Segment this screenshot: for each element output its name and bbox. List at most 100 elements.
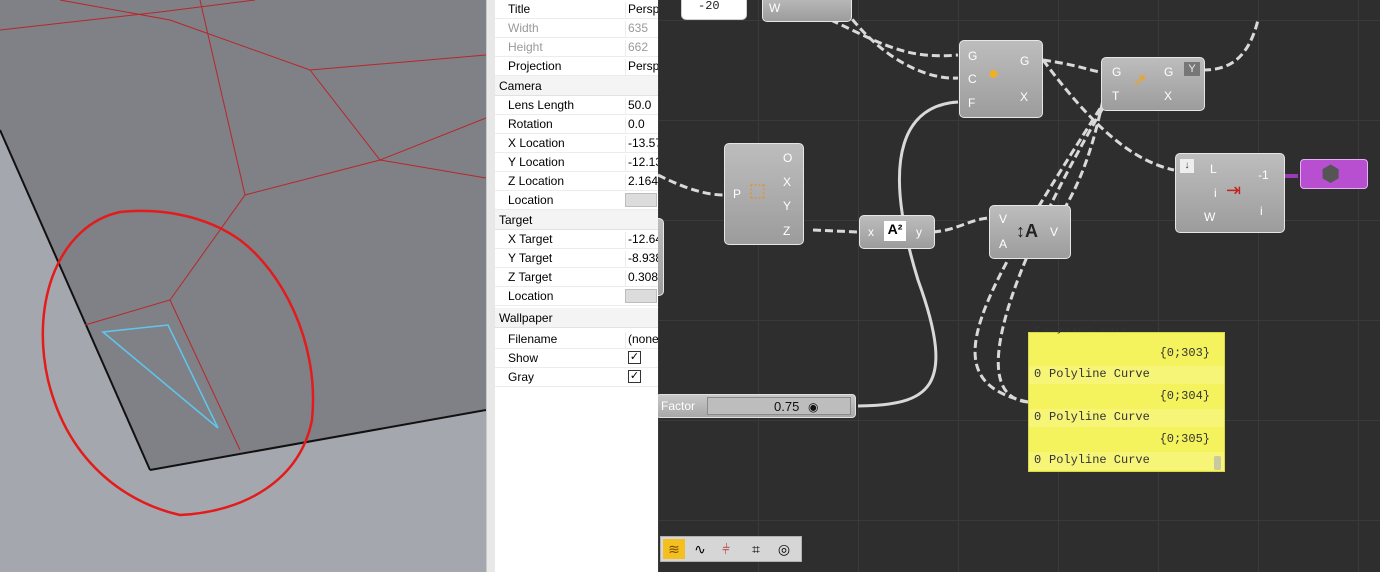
panel-index: 0 bbox=[1034, 367, 1042, 381]
geometry-param[interactable]: ⬢ bbox=[1300, 159, 1368, 189]
prop-value[interactable]: 0.0 bbox=[625, 117, 658, 134]
amplitude-component[interactable]: V A ↕A V bbox=[989, 205, 1071, 259]
panel-index: 0 bbox=[1034, 410, 1042, 424]
input-g: G bbox=[968, 49, 978, 63]
rhino-viewport[interactable] bbox=[0, 0, 486, 572]
panel-header: Polyline Curv bbox=[1035, 327, 1129, 335]
input-w: W bbox=[769, 1, 781, 15]
grid-icon[interactable]: ⌗ bbox=[745, 539, 767, 559]
list-item-component[interactable]: ↓ L i W ⇥ -1 i bbox=[1175, 153, 1285, 233]
power-component[interactable]: x A² y bbox=[859, 215, 935, 249]
prop-value[interactable]: (none) bbox=[625, 332, 658, 349]
prop-row-rotation[interactable]: Rotation 0.0 bbox=[495, 115, 658, 134]
prop-row-title[interactable]: Title Perspe bbox=[495, 0, 658, 19]
output-y: Y bbox=[783, 199, 792, 213]
factor-slider[interactable]: Factor 0.75 ◉ bbox=[658, 394, 856, 418]
prop-row-width: Width 635 bbox=[495, 19, 658, 38]
prop-row-x-location[interactable]: X Location -13.57 bbox=[495, 134, 658, 153]
section-title: Wallpaper bbox=[499, 311, 553, 325]
prop-label: X Location bbox=[508, 136, 565, 150]
section-title: Camera bbox=[499, 79, 542, 93]
filter-icon[interactable]: Y bbox=[1184, 62, 1200, 76]
output-panel[interactable]: Polyline Curv {0;303} 0 Polyline Curve {0… bbox=[1028, 327, 1225, 472]
output-minus-one: -1 bbox=[1258, 168, 1269, 182]
prop-label: Rotation bbox=[508, 117, 553, 131]
panel-path: {0;305} bbox=[1159, 432, 1210, 446]
slider-grip-icon[interactable]: ◉ bbox=[808, 400, 818, 414]
prop-row-y-target[interactable]: Y Target -8.938 bbox=[495, 249, 658, 268]
ruler-icon[interactable]: ⫩ bbox=[715, 539, 737, 559]
slider-track[interactable]: 0.75 ◉ bbox=[707, 397, 851, 415]
prop-label: Projection bbox=[508, 59, 562, 73]
input-p: P bbox=[733, 187, 742, 201]
wires-icon[interactable]: ≋ bbox=[663, 539, 685, 559]
panel-scrollbar[interactable] bbox=[1214, 456, 1221, 470]
prop-row-projection[interactable]: Projection Perspe bbox=[495, 57, 658, 76]
panel-path: {0;304} bbox=[1159, 389, 1210, 403]
arrow-down-icon[interactable]: ↓ bbox=[1180, 159, 1194, 173]
prop-row-x-target[interactable]: X Target -12.64 bbox=[495, 230, 658, 249]
prop-value[interactable]: -8.938 bbox=[625, 251, 658, 268]
number-value: -20 bbox=[698, 0, 720, 13]
prop-label: Filename bbox=[508, 332, 558, 346]
spiral-icon[interactable]: ◎ bbox=[773, 539, 795, 559]
offscreen-component[interactable] bbox=[658, 218, 664, 296]
gray-checkbox[interactable]: ✓ bbox=[628, 370, 641, 383]
show-checkbox[interactable]: ✓ bbox=[628, 351, 641, 364]
w-param-component[interactable]: W bbox=[762, 0, 852, 22]
slider-label: Factor bbox=[661, 399, 696, 413]
input-x: x bbox=[868, 225, 874, 239]
curve-icon[interactable]: ∿ bbox=[689, 539, 711, 559]
output-i: i bbox=[1260, 204, 1263, 218]
prop-value: 662 bbox=[625, 40, 658, 57]
sphere-icon: ● bbox=[988, 63, 999, 83]
panel-splitter[interactable] bbox=[486, 0, 495, 572]
canvas-toolbar: ≋ ∿ ⫩ ⌗ ◎ bbox=[660, 536, 802, 562]
prop-label: Title bbox=[508, 2, 531, 16]
prop-label: X Target bbox=[508, 232, 553, 246]
prop-label: Y Target bbox=[508, 251, 553, 265]
prop-value[interactable]: -12.64 bbox=[625, 232, 658, 249]
prop-value[interactable]: Perspe bbox=[625, 2, 658, 19]
panel-index: 0 bbox=[1034, 453, 1042, 467]
prop-row-filename[interactable]: Filename (none) bbox=[495, 330, 658, 349]
section-wallpaper: Wallpaper bbox=[495, 308, 658, 328]
location-picker-button[interactable] bbox=[625, 193, 657, 207]
prop-value[interactable]: Perspe bbox=[625, 59, 658, 76]
move-component[interactable]: G T ↗ G X Y bbox=[1101, 57, 1205, 111]
section-camera: Camera bbox=[495, 76, 658, 96]
input-v: V bbox=[999, 212, 1008, 226]
input-g: G bbox=[1112, 65, 1122, 79]
prop-label: Lens Length bbox=[508, 98, 575, 112]
input-t: T bbox=[1112, 89, 1120, 103]
prop-row-lens-length[interactable]: Lens Length 50.0 bbox=[495, 96, 658, 115]
panel-path-row: {0;304} bbox=[1029, 388, 1224, 406]
viewport-properties-panel: Title Perspe Width 635 Height 662 Projectio… bbox=[495, 0, 658, 572]
output-x: X bbox=[1164, 89, 1173, 103]
input-l: L bbox=[1210, 162, 1217, 176]
prop-value[interactable]: 2.164 bbox=[625, 174, 658, 191]
prop-row-show[interactable]: Show ✓ bbox=[495, 349, 658, 368]
prop-row-camera-location[interactable]: Location bbox=[495, 191, 658, 210]
panel-header-row: Polyline Curv bbox=[1029, 327, 1224, 337]
prop-value[interactable]: 50.0 bbox=[625, 98, 658, 115]
prop-row-target-location[interactable]: Location bbox=[495, 287, 658, 306]
list-item-icon: ⇥ bbox=[1226, 180, 1242, 200]
number-param[interactable]: -20 bbox=[681, 0, 747, 20]
prop-row-z-target[interactable]: Z Target 0.308 bbox=[495, 268, 658, 287]
bounding-box-component[interactable]: G C F ● G X bbox=[959, 40, 1043, 118]
move-arrow-icon: ↗ bbox=[1132, 70, 1148, 90]
prop-row-gray[interactable]: Gray ✓ bbox=[495, 368, 658, 387]
deconstruct-point-component[interactable]: P ⬚ O X Y Z bbox=[724, 143, 804, 245]
location-picker-button[interactable] bbox=[625, 289, 657, 303]
prop-value[interactable]: -13.57 bbox=[625, 136, 658, 153]
output-g: G bbox=[1164, 65, 1174, 79]
prop-value[interactable]: 0.308 bbox=[625, 270, 658, 287]
prop-row-z-location[interactable]: Z Location 2.164 bbox=[495, 172, 658, 191]
prop-value[interactable]: -12.13 bbox=[625, 155, 658, 172]
prop-row-y-location[interactable]: Y Location -12.13 bbox=[495, 153, 658, 172]
input-c: C bbox=[968, 72, 977, 86]
grasshopper-canvas[interactable]: -20 W G C F ● G X G T ↗ G X Y P ⬚ O X Y … bbox=[658, 0, 1380, 572]
prop-label: Location bbox=[508, 289, 554, 303]
output-y: y bbox=[916, 225, 922, 239]
